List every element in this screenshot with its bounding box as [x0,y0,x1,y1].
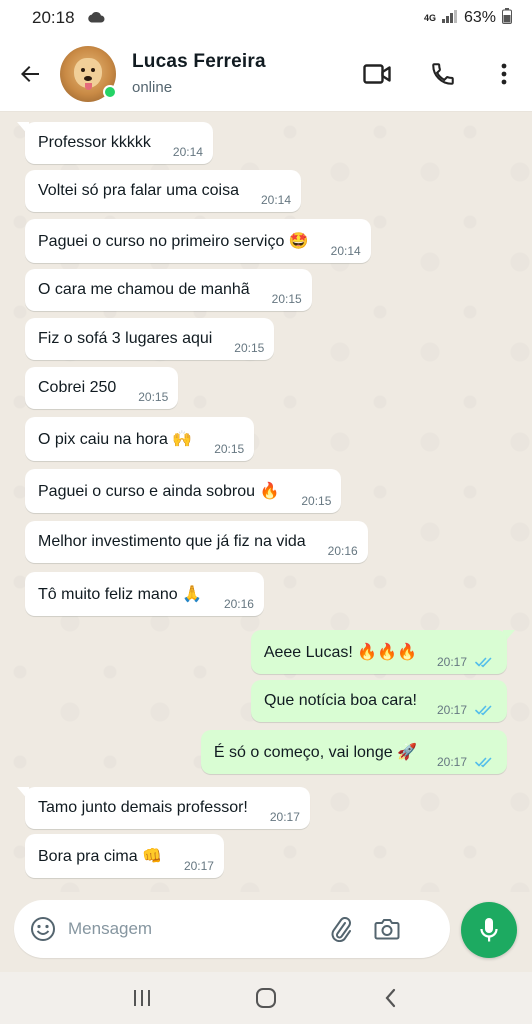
network-type: 4G [423,12,436,23]
message-time: 20:14 [172,145,203,159]
message-bubble-in[interactable]: Professor kkkkk 20:14 [25,122,213,164]
phone-icon [432,62,454,85]
system-nav-bar [0,972,532,1024]
more-vert-icon [501,63,507,84]
message-bubble-in[interactable]: Fiz o sofá 3 lugares aqui 20:15 [25,318,275,360]
camera-icon [374,919,400,940]
system-back-button[interactable] [360,972,420,1024]
message-input[interactable] [68,909,318,949]
message-bubble-in[interactable]: Tamo junto demais professor! 20:17 [25,787,310,829]
message-list[interactable]: Professor kkkkk 20:14 Voltei só pra fala… [0,112,532,892]
message-time: 20:15 [301,494,332,508]
message-bubble-in[interactable]: Cobrei 250 20:15 [25,367,179,409]
message-bubble-out[interactable]: Aeee Lucas! 🔥🔥🔥 20:17 [250,630,507,674]
voice-message-button[interactable] [461,902,517,958]
message-time: 20:17 [269,810,300,824]
message-bubble-out[interactable]: Que notícia boa cara! 20:17 [251,680,507,722]
message-bubble-in[interactable]: Tô muito feliz mano 🙏 20:16 [25,572,264,616]
more-options-button[interactable] [476,44,532,104]
signal-icon [441,9,458,28]
message-time: 20:17 [436,655,467,669]
cloud-icon [87,8,105,28]
battery-icon [502,7,512,29]
attach-button[interactable] [318,900,364,958]
online-indicator [103,84,117,99]
status-time: 20:18 [32,8,75,27]
emoji-icon [31,917,55,941]
recents-button[interactable] [112,972,172,1024]
message-time: 20:14 [260,193,291,207]
emoji-button[interactable] [18,900,68,958]
nav-back-icon [385,988,396,1008]
message-bubble-in[interactable]: Melhor investimento que já fiz na vida 2… [25,521,368,563]
message-bubble-in[interactable]: Bora pra cima 👊 20:17 [25,834,224,878]
message-time: 20:15 [271,292,302,306]
read-ticks-icon [475,657,492,668]
message-time: 20:14 [330,244,361,258]
message-time: 20:15 [138,390,169,404]
message-bubble-in[interactable]: O cara me chamou de manhã 20:15 [25,269,312,311]
status-bar: 20:18 4G 63% [0,0,532,36]
chat-header: Lucas Ferreira online [0,36,532,112]
back-arrow-icon [21,65,39,82]
home-button[interactable] [236,972,296,1024]
battery-percent: 63% [463,9,496,26]
message-time: 20:15 [234,341,265,355]
recents-icon [134,990,150,1006]
camera-button[interactable] [364,900,410,958]
contact-name: Lucas Ferreira [132,51,266,72]
contact-info[interactable]: Lucas Ferreira online [132,51,266,96]
video-call-button[interactable] [344,44,410,104]
message-time: 20:17 [436,755,467,769]
message-composer [14,900,450,958]
read-ticks-icon [475,705,492,716]
attach-icon [331,917,351,942]
avatar[interactable] [60,45,117,102]
read-ticks-icon [475,757,492,768]
message-time: 20:16 [327,544,358,558]
message-bubble-out[interactable]: É só o começo, vai longe 🚀 20:17 [200,730,507,774]
message-bubble-in[interactable]: Paguei o curso no primeiro serviço 🤩 20:… [25,219,371,263]
video-call-icon [363,63,391,84]
message-time: 20:15 [214,442,245,456]
voice-call-button[interactable] [410,44,476,104]
message-time: 20:17 [436,703,467,717]
back-button[interactable] [0,36,60,112]
message-time: 20:16 [223,597,254,611]
home-icon [256,988,276,1008]
message-bubble-in[interactable]: Paguei o curso e ainda sobrou 🔥 20:15 [25,469,342,513]
message-bubble-in[interactable]: O pix caiu na hora 🙌 20:15 [25,417,255,461]
message-bubble-in[interactable]: Voltei só pra falar uma coisa 20:14 [25,170,301,212]
mic-icon [480,918,498,942]
message-time: 20:17 [183,859,214,873]
presence-status: online [132,79,173,96]
